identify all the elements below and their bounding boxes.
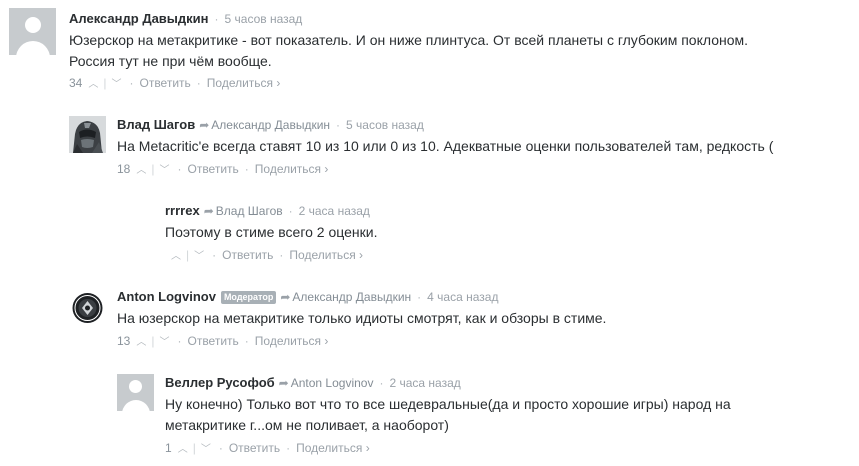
share-button[interactable]: Поделиться › <box>289 248 363 262</box>
text-line: На юзерскор на метакритике только идиоты… <box>117 310 607 326</box>
chevron-up-icon[interactable]: ︿ <box>86 77 100 93</box>
timestamp[interactable]: 4 часа назад <box>427 290 498 304</box>
comment-header: Александр Давыдкин · 5 часов назад <box>69 11 303 26</box>
timestamp[interactable]: 5 часов назад <box>225 12 303 26</box>
comment-text: Поэтому в стиме всего 2 оценки. <box>165 222 377 243</box>
author-name[interactable]: Александр Давыдкин <box>69 11 209 26</box>
reply-button[interactable]: Ответить <box>222 248 273 262</box>
timestamp[interactable]: 2 часа назад <box>389 376 460 390</box>
share-button[interactable]: Поделиться › <box>296 441 370 455</box>
text-line: Поэтому в стиме всего 2 оценки. <box>165 224 378 240</box>
user-avatar[interactable] <box>9 8 56 55</box>
share-button[interactable]: Поделиться › <box>255 162 329 176</box>
user-avatar[interactable] <box>117 374 154 411</box>
text-line: На Metacritic'е всегда ставят 10 из 10 и… <box>117 138 774 154</box>
chevron-down-icon[interactable]: ﹀ <box>157 163 171 179</box>
author-name[interactable]: Веллер Русофоб <box>165 375 275 390</box>
comment-header: Влад Шагов ➦ Александр Давыдкин · 5 часов на… <box>117 117 424 132</box>
user-avatar[interactable] <box>117 202 154 239</box>
vote-score: 1 <box>165 441 172 455</box>
chevron-down-icon[interactable]: ﹀ <box>157 335 171 351</box>
comment-header: rrrrex ➦ Влад Шагов · 2 часа назад <box>165 203 370 218</box>
chevron-down-icon[interactable]: ﹀ <box>109 77 123 93</box>
reply-button[interactable]: Ответить <box>187 162 238 176</box>
text-line: Россия тут не при чём вообще. <box>69 53 272 69</box>
chevron-up-icon[interactable]: ︿ <box>134 335 148 351</box>
comment-text: На юзерскор на метакритике только идиоты… <box>117 308 606 329</box>
comment-actions: 34 ︿ | ﹀ · Ответить · Поделиться › <box>69 75 280 91</box>
reply-button[interactable]: Ответить <box>229 441 280 455</box>
comment-header: Веллер Русофоб ➦ Anton Logvinov · 2 часа наз… <box>165 375 461 390</box>
vote-score: 13 <box>117 334 131 348</box>
share-button[interactable]: Поделиться › <box>255 334 329 348</box>
reply-arrow-icon: ➦ <box>199 118 210 132</box>
vote-score: 34 <box>69 76 83 90</box>
comment-text: Юзерскор на метакритике - вот показатель… <box>69 30 748 72</box>
text-line: метакритике г...ом не поливает, а наобор… <box>165 417 449 433</box>
chevron-up-icon[interactable]: ︿ <box>169 249 183 265</box>
comment-actions: 13 ︿ | ﹀ · Ответить · Поделиться › <box>117 333 328 349</box>
reply-arrow-icon: ➦ <box>278 376 289 390</box>
chevron-up-icon[interactable]: ︿ <box>176 442 190 458</box>
comment-text: На Metacritic'е всегда ставят 10 из 10 и… <box>117 136 773 157</box>
chevron-down-icon[interactable]: ﹀ <box>192 249 206 265</box>
avatar-image <box>69 116 106 153</box>
author-name[interactable]: Влад Шагов <box>117 117 195 132</box>
vote-score: 18 <box>117 162 131 176</box>
text-line: Юзерскор на метакритике - вот показатель… <box>69 32 749 48</box>
reply-arrow-icon: ➦ <box>203 204 214 218</box>
reply-to-name[interactable]: Влад Шагов <box>216 204 283 218</box>
timestamp[interactable]: 5 часов назад <box>346 118 424 132</box>
comment-actions: 1 ︿ | ﹀ · Ответить · Поделиться › <box>165 440 370 456</box>
comment-text: Ну конечно) Только вот что то все шедевр… <box>165 394 731 436</box>
author-name[interactable]: Anton Logvinov <box>117 289 216 304</box>
moderator-badge: Модератор <box>220 291 277 304</box>
reply-button[interactable]: Ответить <box>139 76 190 90</box>
timestamp[interactable]: 2 часа назад <box>299 204 370 218</box>
author-name[interactable]: rrrrex <box>165 203 200 218</box>
user-avatar[interactable] <box>69 116 106 153</box>
reply-arrow-icon: ➦ <box>280 290 291 304</box>
reply-to-name[interactable]: Anton Logvinov <box>291 376 374 390</box>
comment-actions: 18 ︿ | ﹀ · Ответить · Поделиться › <box>117 161 328 177</box>
comment-header: Anton Logvinov Модератор ➦ Александр Давыдк… <box>117 289 499 304</box>
reply-to-name[interactable]: Александр Давыдкин <box>292 290 411 304</box>
reply-to-name[interactable]: Александр Давыдкин <box>211 118 330 132</box>
share-button[interactable]: Поделиться › <box>207 76 281 90</box>
user-avatar[interactable] <box>69 288 106 325</box>
chevron-down-icon[interactable]: ﹀ <box>199 442 213 458</box>
reply-button[interactable]: Ответить <box>187 334 238 348</box>
comment-actions: ︿ | ﹀ · Ответить · Поделиться › <box>165 247 363 263</box>
avatar-image <box>69 288 106 325</box>
chevron-up-icon[interactable]: ︿ <box>134 163 148 179</box>
text-line: Ну конечно) Только вот что то все шедевр… <box>165 396 731 412</box>
